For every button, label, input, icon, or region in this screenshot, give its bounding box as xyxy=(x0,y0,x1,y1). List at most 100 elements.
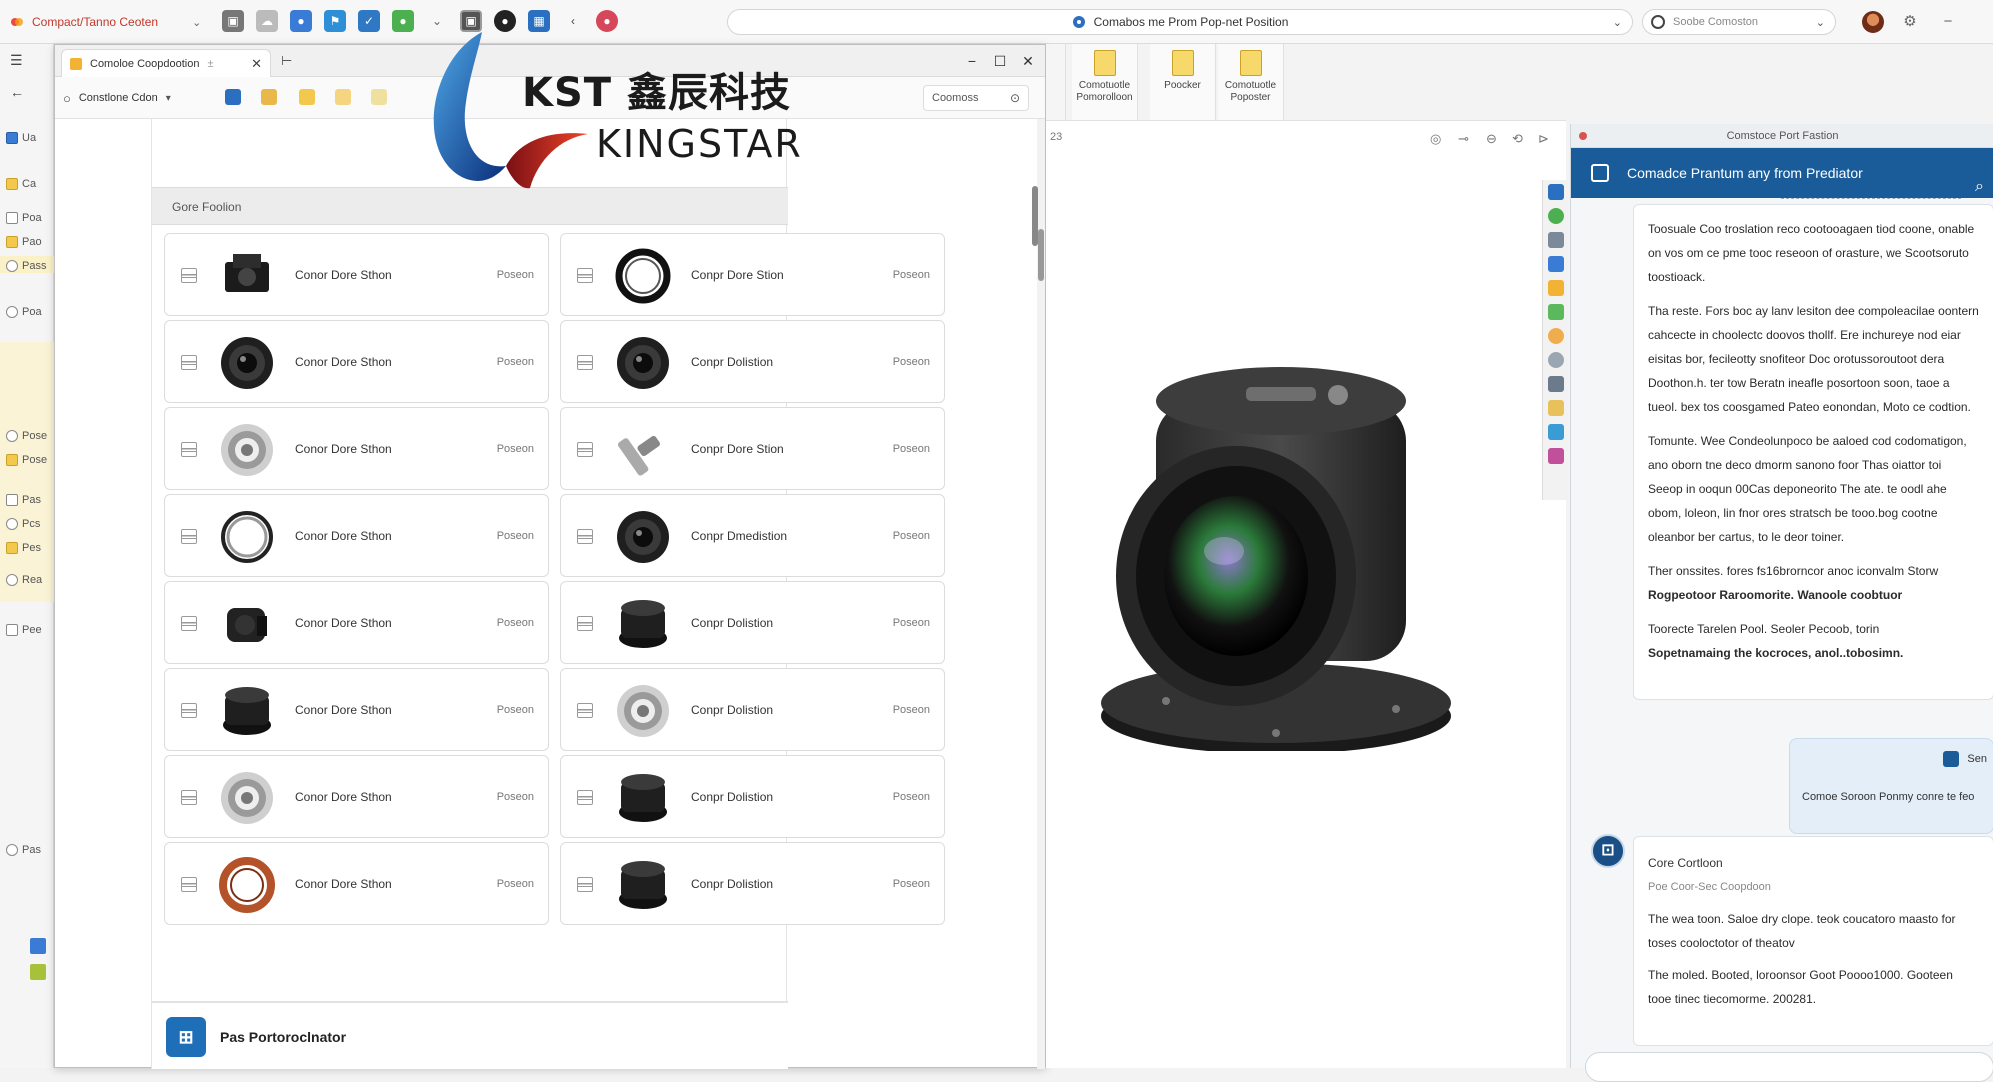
ribbon-button[interactable]: Comotuotle Poposter xyxy=(1218,44,1284,120)
minimize-icon[interactable]: − xyxy=(1938,12,1958,32)
app-menu[interactable]: Compact/Tanno Ceoten ⌄ xyxy=(10,10,201,34)
new-tab-icon[interactable]: ⊢ xyxy=(281,53,292,69)
ribbon-button[interactable]: Poocker xyxy=(1150,44,1216,120)
tool-icon[interactable] xyxy=(1547,232,1564,248)
scrollbar-thumb[interactable] xyxy=(1038,229,1044,281)
send-button[interactable]: Sen xyxy=(1943,751,1987,767)
tool-icon[interactable] xyxy=(1547,376,1564,392)
list-icon[interactable] xyxy=(181,703,197,718)
part-card[interactable]: Conor Dore Sthon Poseon xyxy=(164,407,549,490)
tool-icon[interactable] xyxy=(1547,280,1564,296)
wechat-icon[interactable]: ● xyxy=(392,10,414,32)
list-icon[interactable] xyxy=(181,442,197,457)
list-icon[interactable] xyxy=(577,790,593,805)
part-card[interactable]: Conpr Dolistion Poseon xyxy=(560,755,945,838)
sidebar-item[interactable]: Rea xyxy=(6,574,42,586)
list-icon[interactable] xyxy=(181,355,197,370)
window-icon[interactable]: ▣ xyxy=(460,10,482,32)
list-icon[interactable] xyxy=(181,790,197,805)
list-icon[interactable] xyxy=(577,268,593,283)
chevron-down-icon[interactable]: ⌄ xyxy=(1816,16,1825,29)
back-arrow-icon[interactable]: ← xyxy=(10,84,24,100)
tool-icon[interactable] xyxy=(1547,184,1564,200)
part-card[interactable]: Conpr Dore Stion Poseon xyxy=(560,407,945,490)
part-card[interactable]: Conpr Dore Stion Poseon xyxy=(560,233,945,316)
chevron-down-icon[interactable]: ⌄ xyxy=(192,16,201,29)
sidebar-item[interactable]: Poa xyxy=(6,306,42,318)
pin-icon[interactable]: ● xyxy=(494,10,516,32)
part-card[interactable]: Conpr Dmedistion Poseon xyxy=(560,494,945,577)
blue-tool-icon[interactable] xyxy=(225,89,241,105)
settings-icon[interactable]: ⚙ xyxy=(1900,12,1920,32)
search-scope-dropdown[interactable]: ○ Constlone Cdon ▾ xyxy=(63,85,171,111)
list-icon[interactable] xyxy=(181,877,197,892)
pan-icon[interactable]: ⊸ xyxy=(1458,131,1469,147)
sidebar-item[interactable]: Poa xyxy=(6,212,42,224)
part-card[interactable]: Conor Dore Sthon Poseon xyxy=(164,842,549,925)
grid-icon[interactable]: ▦ xyxy=(528,10,550,32)
list-icon[interactable] xyxy=(181,529,197,544)
profile-selector[interactable]: Soobe Comoston ⌄ xyxy=(1642,9,1836,35)
part-card[interactable]: Conor Dore Sthon Poseon xyxy=(164,233,549,316)
part-card[interactable]: Conpr Dolistion Poseon xyxy=(560,668,945,751)
cloud-icon[interactable]: ☁ xyxy=(256,10,278,32)
list-icon[interactable] xyxy=(577,529,593,544)
user-avatar[interactable] xyxy=(1862,11,1884,33)
minimize-icon[interactable]: − xyxy=(961,51,983,71)
blue-tool-icon[interactable] xyxy=(30,938,46,954)
info-icon[interactable]: ◎ xyxy=(1430,131,1441,147)
chat-input[interactable] xyxy=(1585,1052,1993,1082)
folder-icon[interactable] xyxy=(299,89,315,105)
close-dot-icon[interactable] xyxy=(1579,132,1587,140)
folder-icon[interactable] xyxy=(371,89,387,105)
ribbon-button[interactable]: Comotuotle Pomorolloon xyxy=(1072,44,1138,120)
panel-scrollbar-thumb[interactable] xyxy=(1032,186,1038,246)
list-icon[interactable] xyxy=(577,442,593,457)
sidebar-item[interactable]: Pcs xyxy=(6,518,40,530)
rotate-icon[interactable]: ⟲ xyxy=(1512,131,1523,147)
list-icon[interactable] xyxy=(181,268,197,283)
list-icon[interactable] xyxy=(577,616,593,631)
zoom-icon[interactable]: ⊖ xyxy=(1486,131,1497,147)
part-card[interactable]: Conpr Dolistion Poseon xyxy=(560,320,945,403)
part-card[interactable]: Conpr Dolistion Poseon xyxy=(560,842,945,925)
list-icon[interactable] xyxy=(181,616,197,631)
sidebar-item[interactable]: Pas xyxy=(6,494,41,506)
tool-icon[interactable] xyxy=(1547,448,1564,464)
sidebar-item[interactable]: Pao xyxy=(6,236,42,248)
close-window-icon[interactable]: ✕ xyxy=(1017,51,1039,71)
record-icon[interactable]: ● xyxy=(596,10,618,32)
tool-icon[interactable] xyxy=(1547,256,1564,272)
chevron-down-icon[interactable]: ⌄ xyxy=(1613,16,1622,29)
tool-icon[interactable] xyxy=(1547,328,1564,344)
part-card[interactable]: Conor Dore Sthon Poseon xyxy=(164,581,549,664)
part-card[interactable]: Conor Dore Sthon Poseon xyxy=(164,494,549,577)
flag-icon[interactable]: ⚑ xyxy=(324,10,346,32)
list-icon[interactable] xyxy=(577,703,593,718)
tool-icon[interactable] xyxy=(1547,208,1564,224)
list-icon[interactable] xyxy=(577,877,593,892)
sidebar-item[interactable]: Pes xyxy=(6,542,41,554)
maximize-icon[interactable]: ☐ xyxy=(989,51,1011,71)
sidebar-item[interactable]: Ua xyxy=(6,132,36,144)
chat-icon[interactable]: ● xyxy=(290,10,312,32)
back-icon[interactable]: ‹ xyxy=(562,10,584,32)
part-card[interactable]: Conpr Dolistion Poseon xyxy=(560,581,945,664)
sidebar-item[interactable]: Pas xyxy=(6,844,41,856)
folder-icon[interactable] xyxy=(335,89,351,105)
tool-icon[interactable] xyxy=(1547,400,1564,416)
address-bar[interactable]: Comabos me Prom Pop-net Position ⌄ xyxy=(727,9,1633,35)
app-icon[interactable]: ▣ xyxy=(222,10,244,32)
folder-open-icon[interactable] xyxy=(261,89,277,105)
sidebar-item[interactable]: Ca xyxy=(6,178,36,190)
tool-icon[interactable] xyxy=(1547,304,1564,320)
close-tab-icon[interactable]: ✕ xyxy=(251,56,262,72)
check-icon[interactable]: ✓ xyxy=(358,10,380,32)
window-tab[interactable]: Comoloe Coopdootion ± ✕ xyxy=(61,49,271,77)
part-card[interactable]: Conor Dore Sthon Poseon xyxy=(164,668,549,751)
find-field[interactable]: Coomoss ⊙ xyxy=(923,85,1029,111)
tool-icon[interactable] xyxy=(1547,424,1564,440)
sidebar-item[interactable]: Pee xyxy=(6,624,42,636)
sidebar-item[interactable]: Pose xyxy=(6,430,47,442)
sidebar-item[interactable]: Pass xyxy=(6,260,46,272)
